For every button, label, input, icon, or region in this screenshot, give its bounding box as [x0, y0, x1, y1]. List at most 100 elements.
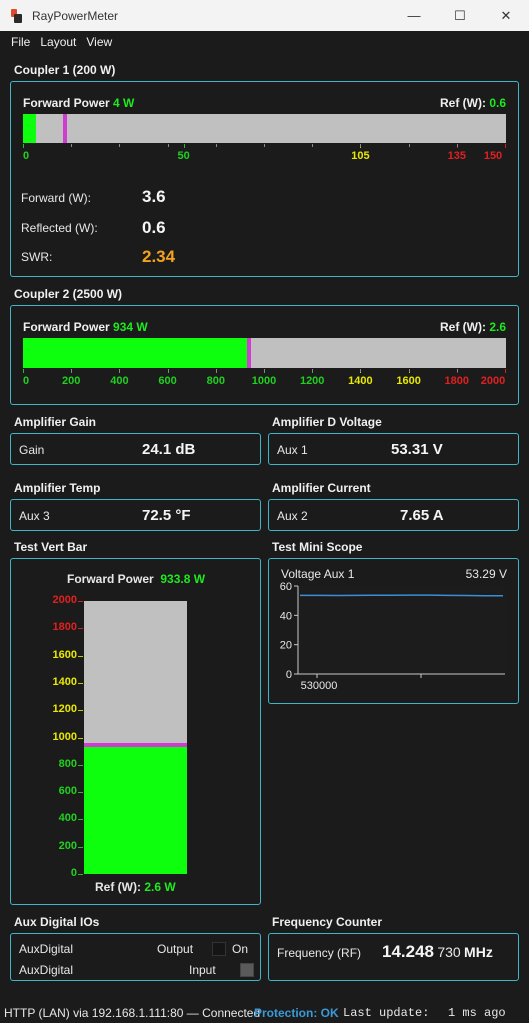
coupler2-power-fill — [23, 338, 249, 368]
coupler2-power-bar — [23, 338, 506, 368]
c1-minor-tick — [264, 144, 265, 147]
scope-y-tick-label: 60 — [280, 581, 292, 593]
coupler2-panel: Forward Power 934 W Ref (W): 2.6 0 200 400… — [10, 305, 519, 405]
mini-scope-panel: Voltage Aux 1 53.29 V 0 20 40 60 530000 — [268, 558, 519, 704]
status-last-update-value: 1 ms ago — [448, 1006, 506, 1020]
vert-bar-scale-label: 2000 — [52, 594, 77, 606]
c2-tick-label: 400 — [110, 375, 129, 387]
vert-bar-scale-label: 400 — [58, 812, 77, 825]
coupler1-ref-value: 0.6 — [489, 96, 506, 110]
vert-bar-head-value: 933.8 W — [160, 572, 206, 586]
aux-io-input-indicator — [240, 963, 254, 977]
c2-tick-label: 1600 — [396, 375, 421, 387]
c2-minor-tick — [119, 369, 121, 372]
c2-minor-tick — [360, 369, 362, 372]
amp-current-value: 7.65 A — [400, 507, 444, 524]
coupler1-power-fill — [23, 114, 37, 143]
c2-tick-label: 800 — [206, 375, 225, 387]
c1-minor-tick — [360, 144, 362, 147]
vert-bar-scale-label: 800 — [58, 757, 77, 770]
coupler1-forward-label: Forward (W): — [21, 191, 91, 205]
vert-bar-track — [84, 601, 187, 874]
vert-bar-ref-label: Ref (W): — [95, 880, 141, 894]
c2-tick — [23, 369, 24, 373]
maximize-button[interactable]: ☐ — [437, 0, 483, 31]
scope-chart: 0 20 40 60 530000 — [280, 581, 505, 692]
amp-dvolt-title: Amplifier D Voltage — [272, 415, 382, 429]
close-button[interactable]: ✕ — [483, 0, 529, 31]
amp-gain-value: 24.1 dB — [142, 441, 196, 458]
amp-temp-value: 72.5 °F — [142, 507, 191, 524]
freq-label: Frequency (RF) — [277, 946, 362, 960]
vert-bar-ref: Ref (W): 2.6 W — [95, 880, 176, 894]
coupler1-peak-marker — [63, 114, 68, 143]
c2-tick-label: 1000 — [251, 375, 277, 387]
c1-tick — [183, 144, 185, 148]
c2-tick-label: 1800 — [444, 375, 470, 387]
coupler2-ref-label: Ref (W): — [439, 320, 486, 334]
c2-tick-label: 2000 — [480, 375, 506, 387]
aux-io-output-toggle[interactable] — [212, 942, 226, 956]
c2-minor-tick — [408, 369, 410, 372]
scope-plot-area — [298, 586, 505, 674]
amp-gain-title: Amplifier Gain — [14, 415, 97, 429]
amp-temp-panel: Aux 3 72.5 °F — [10, 499, 261, 531]
vert-bar-scale-tick — [78, 874, 83, 875]
c1-tick-label: 50 — [177, 150, 190, 162]
c1-minor-tick — [167, 144, 169, 147]
coupler1-title: Coupler 1 (200 W) — [14, 63, 116, 77]
status-bar: HTTP (LAN) via 192.168.1.111:80 — Connec… — [0, 1003, 529, 1023]
coupler2-title: Coupler 2 (2500 W) — [14, 287, 123, 301]
c1-tick — [505, 144, 506, 148]
menu-view[interactable]: View — [81, 35, 117, 49]
coupler1-power-bar — [23, 114, 506, 143]
status-protection: Protection: OK — [254, 1006, 339, 1020]
vert-bar-scale-label: 1800 — [52, 621, 77, 634]
coupler1-bar-header: Forward Power 4 W Ref (W): 0.6 — [23, 96, 506, 110]
aux-io-row1-label: AuxDigital — [19, 942, 74, 956]
aux-io-panel: AuxDigital Output On AuxDigital Input — [10, 933, 261, 981]
amp-dvolt-label: Aux 1 — [277, 443, 308, 457]
vert-bar-scale-label: 1600 — [52, 648, 77, 661]
scope-y-tick-label: 20 — [280, 640, 292, 652]
amp-temp-title: Amplifier Temp — [14, 481, 101, 495]
vert-bar-scale-tick — [78, 601, 83, 602]
c1-tick-label: 0 — [22, 150, 30, 162]
aux-io-row2-mode: Input — [189, 963, 216, 977]
coupler1-forward-value: 3.6 — [142, 187, 166, 206]
menu-layout[interactable]: Layout — [35, 35, 81, 49]
window-title: RayPowerMeter — [32, 8, 119, 23]
amp-dvolt-panel: Aux 1 53.31 V — [268, 433, 519, 465]
c1-minor-tick — [408, 144, 410, 147]
c1-tick-label: 150 — [483, 150, 503, 162]
amp-temp-label: Aux 3 — [19, 509, 50, 523]
coupler1-bar-label: Forward Power — [23, 96, 110, 110]
vert-bar-header: Forward Power 933.8 W — [67, 572, 205, 586]
c2-tick-label: 1400 — [348, 375, 373, 387]
c1-minor-tick — [312, 144, 314, 147]
app-icon — [9, 8, 23, 23]
coupler1-reflected-value: 0.6 — [142, 218, 166, 237]
aux-io-row1-mode: Output — [157, 942, 194, 956]
vert-bar-title: Test Vert Bar — [14, 540, 88, 554]
aux-io-row2-label: AuxDigital — [19, 963, 74, 977]
coupler1-bar-value: 4 W — [113, 96, 135, 110]
c2-minor-tick — [312, 369, 314, 372]
c1-minor-tick — [456, 144, 458, 147]
vert-bar-scale-tick — [78, 655, 83, 657]
vert-bar-scale-tick — [78, 710, 83, 712]
scope-series-line — [300, 594, 504, 597]
c2-tick — [505, 369, 506, 373]
c2-tick-label: 600 — [158, 375, 177, 387]
vert-bar-fill — [84, 746, 187, 874]
coupler1-reflected-label: Reflected (W): — [21, 221, 98, 235]
vert-bar-scale-label: 1200 — [52, 703, 77, 716]
vert-bar-scale-label: 1400 — [52, 675, 77, 688]
minimize-button[interactable]: — — [391, 0, 437, 31]
c2-minor-tick — [456, 369, 458, 372]
vert-bar-scale-label: 0 — [70, 867, 77, 879]
vert-bar-scale-label: 200 — [58, 839, 77, 852]
amp-current-title: Amplifier Current — [272, 481, 371, 495]
menu-file[interactable]: File — [6, 35, 35, 49]
amp-current-label: Aux 2 — [277, 509, 308, 523]
